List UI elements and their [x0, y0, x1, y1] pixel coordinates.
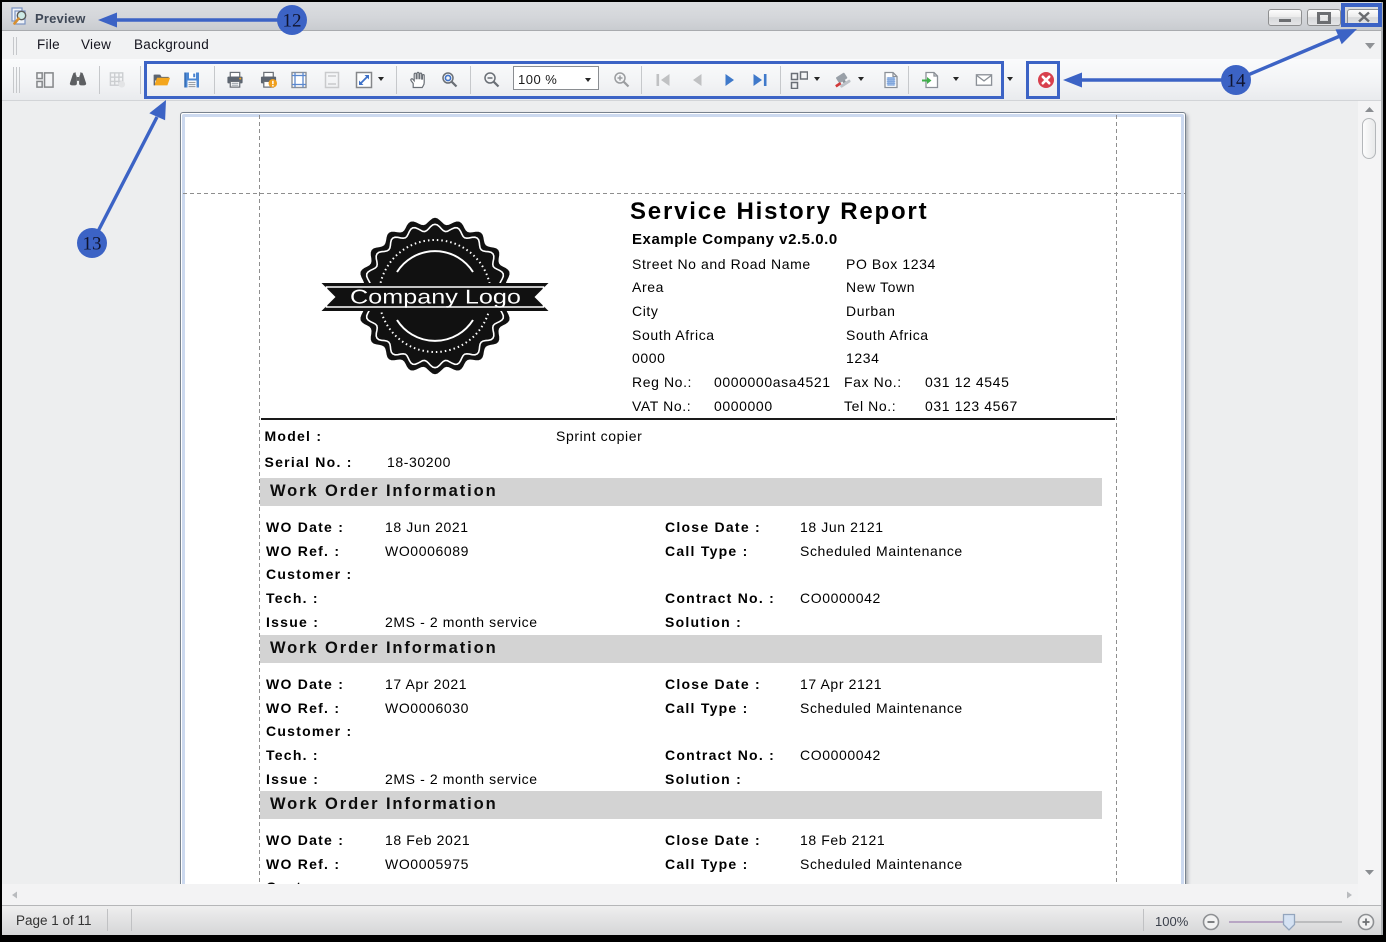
- svg-text:14: 14: [1227, 71, 1247, 92]
- svg-text:12: 12: [283, 11, 302, 32]
- svg-text:13: 13: [83, 234, 102, 255]
